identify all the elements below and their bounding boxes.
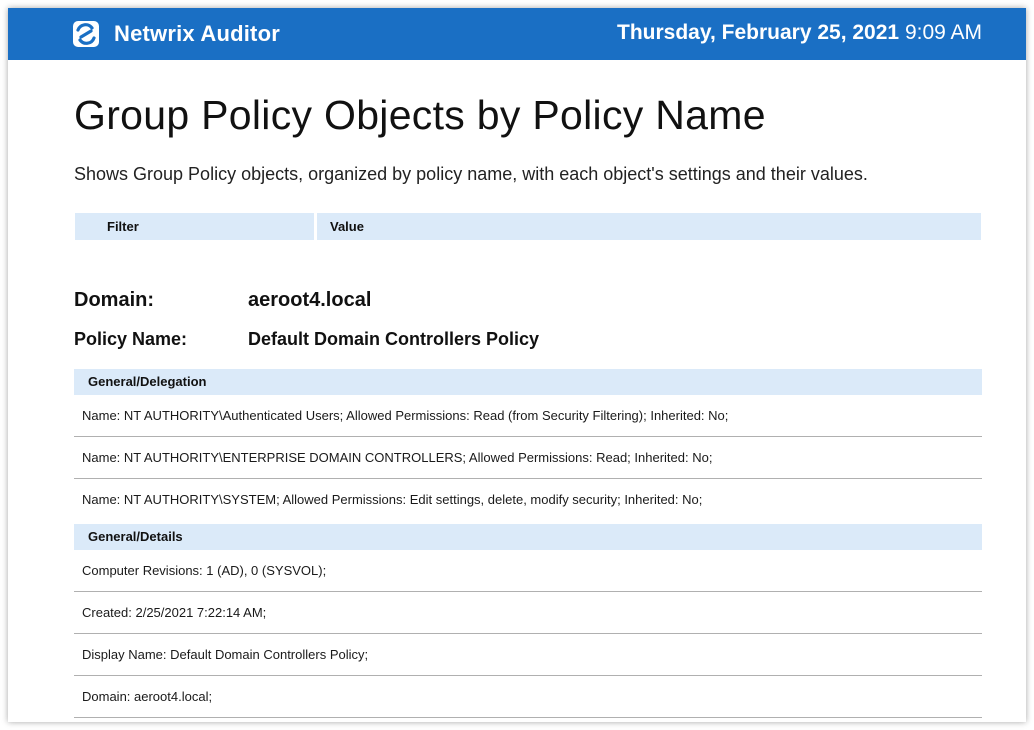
list-item: Name: NT AUTHORITY\Authenticated Users; … bbox=[74, 396, 982, 437]
list-item: Name: NT AUTHORITY\SYSTEM; Allowed Permi… bbox=[82, 492, 703, 507]
policy-name-value: Default Domain Controllers Policy bbox=[248, 329, 540, 349]
list-item: Created: 2/25/2021 7:22:14 AM; bbox=[74, 593, 982, 634]
netwrix-logo-icon bbox=[73, 21, 99, 47]
report-page: Netwrix Auditor Thursday, February 25, 2… bbox=[8, 8, 1026, 722]
domain-value: aeroot4.local bbox=[248, 289, 372, 311]
report-description: Shows Group Policy objects, organized by… bbox=[74, 164, 868, 184]
policy-name-label: Policy Name: bbox=[74, 329, 188, 349]
list-item: Domain: aeroot4.local; bbox=[74, 677, 982, 718]
domain-label: Domain: bbox=[74, 289, 154, 311]
report-time: 9:09 AM bbox=[904, 21, 982, 44]
filter-column-header: Filter bbox=[75, 213, 317, 240]
filter-table: Filter Value bbox=[75, 213, 981, 240]
list-item: Display Name: Default Domain Controllers… bbox=[74, 635, 982, 676]
value-column-header: Value bbox=[317, 213, 981, 240]
report-date: Thursday, February 25, 2021 bbox=[617, 21, 900, 44]
list-item: Name: NT AUTHORITY\ENTERPRISE DOMAIN CON… bbox=[74, 438, 982, 479]
list-item: Computer Revisions: 1 (AD), 0 (SYSVOL); bbox=[74, 551, 982, 592]
app-name: Netwrix Auditor bbox=[114, 21, 280, 46]
report-datetime: Thursday, February 25, 2021 9:09 AM bbox=[617, 21, 982, 45]
domain-heading: Domain: aeroot4.local bbox=[74, 289, 371, 312]
report-header-bar: Netwrix Auditor Thursday, February 25, 2… bbox=[8, 8, 1026, 60]
brand: Netwrix Auditor bbox=[72, 19, 280, 49]
section-header-details: General/Details bbox=[74, 524, 982, 550]
policy-heading: Policy Name: Default Domain Controllers … bbox=[74, 329, 539, 350]
section-header-delegation: General/Delegation bbox=[74, 369, 982, 395]
page-title: Group Policy Objects by Policy Name bbox=[74, 92, 766, 138]
